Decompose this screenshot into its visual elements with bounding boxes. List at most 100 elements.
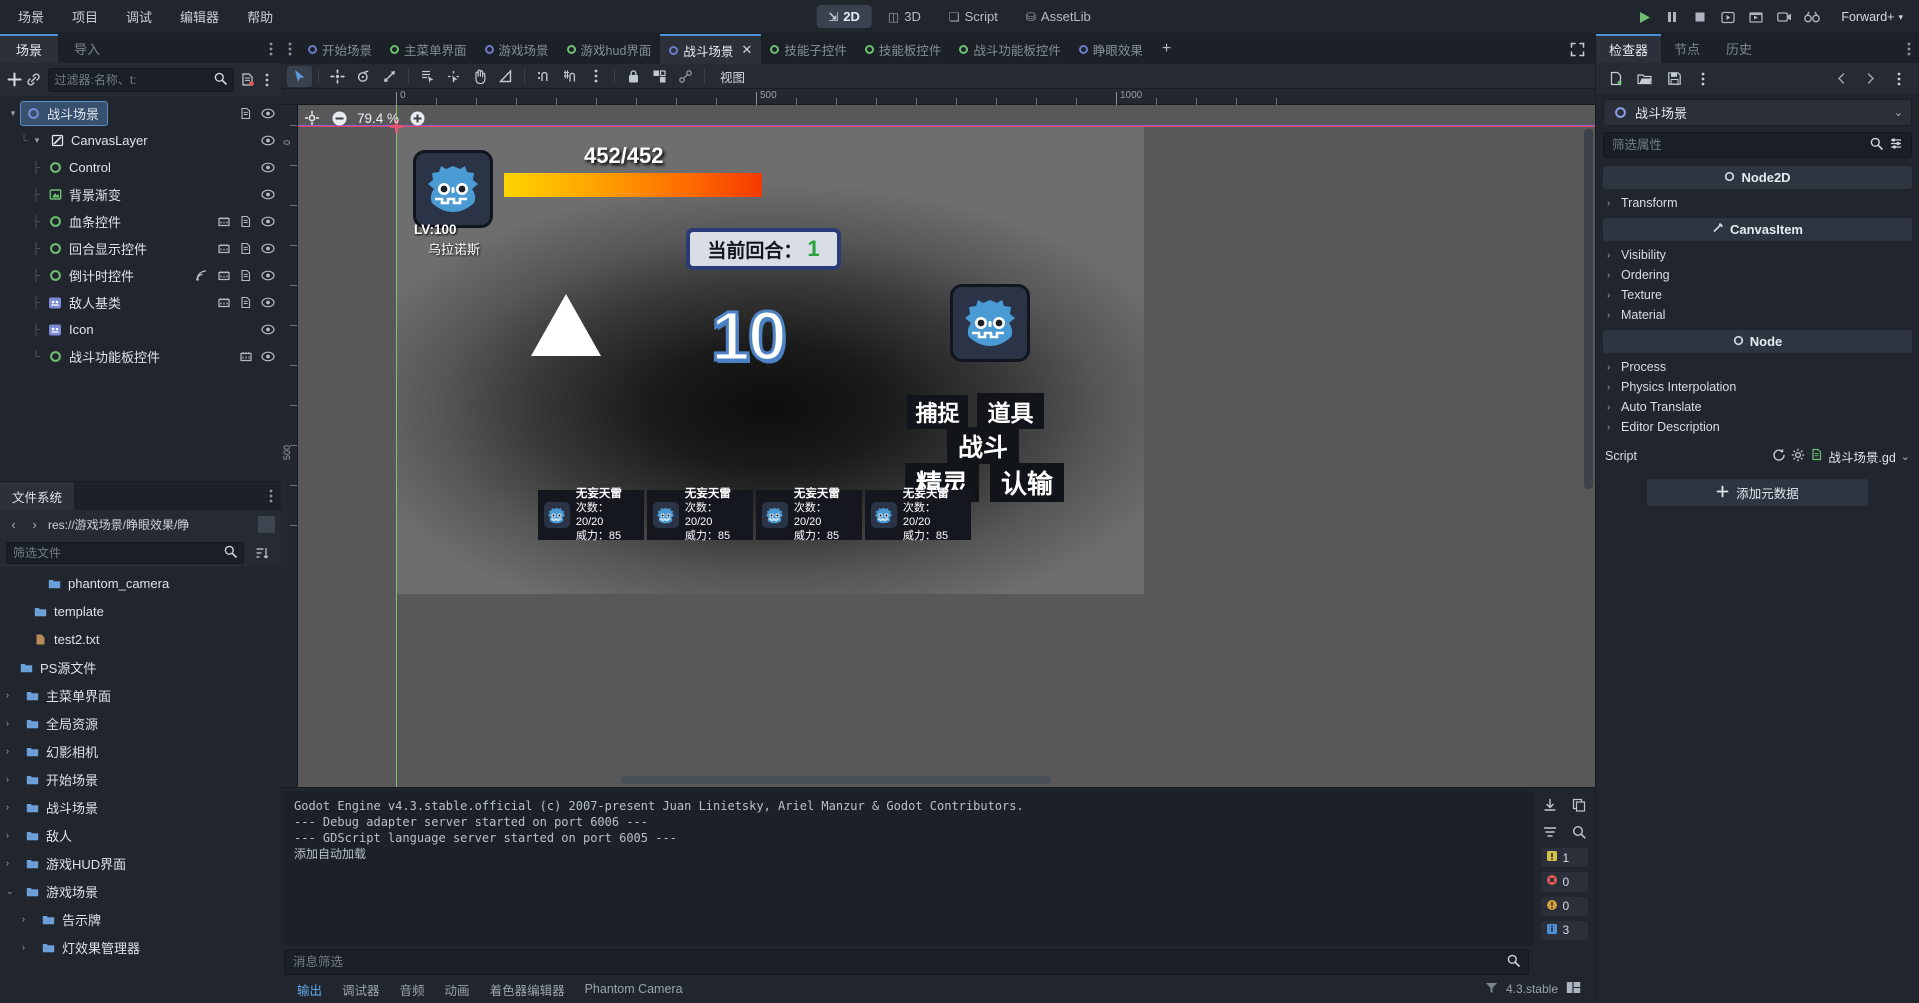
visibility-icon[interactable] xyxy=(260,187,275,202)
zoom-out-icon[interactable] xyxy=(330,109,348,127)
scene-tab-game-scene[interactable]: 游戏场景 xyxy=(476,34,558,64)
action-button-surrender[interactable]: 认输 xyxy=(990,463,1064,502)
chevron-right-icon[interactable]: › xyxy=(27,517,42,532)
snap-icon[interactable] xyxy=(531,66,556,87)
select-tool[interactable] xyxy=(287,65,312,87)
chevron-right-icon[interactable]: › xyxy=(6,774,18,784)
scene-tab-battle-scene[interactable]: 战斗场景 ✕ xyxy=(660,34,762,64)
inspected-object-selector[interactable]: 战斗场景 ⌄ xyxy=(1603,99,1912,126)
bottom-tab-output[interactable]: 输出 xyxy=(287,977,332,1002)
rotate-tool[interactable] xyxy=(351,66,376,87)
menu-project[interactable]: 项目 xyxy=(60,3,110,30)
pause-button[interactable] xyxy=(1659,5,1685,29)
chevron-right-icon[interactable]: › xyxy=(6,802,18,812)
center-selection-icon[interactable] xyxy=(303,109,321,127)
file-item-signboard[interactable]: › 告示牌 xyxy=(0,905,281,933)
menu-help[interactable]: 帮助 xyxy=(235,3,285,30)
visibility-icon[interactable] xyxy=(260,322,275,337)
instance-icon[interactable] xyxy=(216,241,231,256)
binoculars-icon[interactable] xyxy=(1799,5,1825,29)
chevron-right-icon[interactable]: › xyxy=(6,746,18,756)
file-filter-input[interactable] xyxy=(13,546,224,560)
file-item-global-resources[interactable]: › 全局资源 xyxy=(0,709,281,737)
stop-button[interactable] xyxy=(1687,5,1713,29)
property-group-transform[interactable]: › Transform xyxy=(1603,193,1912,213)
gear-icon[interactable] xyxy=(1791,448,1805,465)
bottom-tab-animation[interactable]: 动画 xyxy=(435,977,480,1002)
tab-scene[interactable]: 场景 xyxy=(0,34,59,63)
file-sort-button[interactable] xyxy=(249,541,275,566)
skill-card[interactable]: 无妄天雷 次数：20/20 威力：85 xyxy=(538,488,644,542)
file-item-test2[interactable]: test2.txt xyxy=(0,625,281,653)
group-icon[interactable] xyxy=(647,66,672,87)
instance-icon[interactable] xyxy=(238,349,253,364)
property-group-process[interactable]: › Process xyxy=(1603,357,1912,377)
scene-tab-main-menu[interactable]: 主菜单界面 xyxy=(381,34,476,64)
filesystem-menu-button[interactable] xyxy=(261,482,281,510)
script-icon[interactable] xyxy=(238,106,253,121)
chevron-left-icon[interactable]: ‹ xyxy=(6,517,21,532)
tree-node-battle-scene[interactable]: ▾ 战斗场景 xyxy=(0,100,281,127)
tab-inspector[interactable]: 检查器 xyxy=(1596,34,1662,63)
new-resource-icon[interactable] xyxy=(1603,66,1629,91)
tree-node-background-gradient[interactable]: ├ 背景渐变 xyxy=(0,181,281,208)
action-button-capture[interactable]: 捕捉 xyxy=(907,395,968,429)
attach-script-button[interactable] xyxy=(240,67,256,92)
visibility-icon[interactable] xyxy=(260,268,275,283)
add-metadata-button[interactable]: 添加元数据 xyxy=(1647,479,1868,506)
tree-node-countdown[interactable]: ├ 倒计时控件 xyxy=(0,262,281,289)
mode-2d[interactable]: ⇲ 2D xyxy=(816,5,872,28)
instance-icon[interactable] xyxy=(216,295,231,310)
tree-node-battle-panel[interactable]: └ 战斗功能板控件 xyxy=(0,343,281,370)
file-item-game-hud[interactable]: › 游戏HUD界面 xyxy=(0,849,281,877)
action-button-items[interactable]: 道具 xyxy=(977,393,1044,429)
skill-card[interactable]: 无妄天雷 次数：20/20 威力：85 xyxy=(865,488,971,542)
zoom-in-icon[interactable] xyxy=(408,109,426,127)
expand-icon[interactable] xyxy=(1560,34,1595,64)
copy-icon[interactable] xyxy=(1566,794,1591,816)
instance-icon[interactable] xyxy=(216,214,231,229)
viewport-vertical-scrollbar[interactable] xyxy=(1584,129,1593,489)
bone-icon[interactable] xyxy=(673,66,698,87)
chevron-right-icon[interactable]: › xyxy=(22,942,34,952)
grid-snap-icon[interactable] xyxy=(557,66,582,87)
movie-writer-button[interactable] xyxy=(1771,5,1797,29)
triangle-ruler-icon[interactable] xyxy=(493,66,518,87)
log-counter-alerts[interactable]: 0 xyxy=(1540,896,1588,916)
tab-filesystem[interactable]: 文件系统 xyxy=(0,482,75,510)
log-counter-warnings[interactable]: 1 xyxy=(1540,848,1588,868)
property-group-ordering[interactable]: › Ordering xyxy=(1603,265,1912,285)
hand-icon[interactable] xyxy=(467,66,492,87)
visibility-icon[interactable] xyxy=(260,349,275,364)
log-counter-errors[interactable]: 0 xyxy=(1540,872,1588,892)
file-item-phantom-camera-folder[interactable]: › 幻影相机 xyxy=(0,737,281,765)
property-group-editor-description[interactable]: › Editor Description xyxy=(1603,417,1912,437)
chevron-right-icon[interactable]: › xyxy=(6,858,18,868)
bottom-tab-audio[interactable]: 音频 xyxy=(390,977,435,1002)
property-group-material[interactable]: › Material xyxy=(1603,305,1912,325)
chevron-right-icon[interactable]: › xyxy=(22,914,34,924)
skill-card[interactable]: 无妄天雷 次数：20/20 威力：85 xyxy=(647,488,753,542)
script-file-name[interactable]: 战斗场景.gd xyxy=(1828,447,1895,466)
filter-list-icon[interactable] xyxy=(1537,821,1562,843)
property-group-auto-translate[interactable]: › Auto Translate xyxy=(1603,397,1912,417)
script-icon[interactable] xyxy=(238,241,253,256)
file-filter-box[interactable] xyxy=(6,542,244,564)
mode-assetlib[interactable]: ⛁ AssetLib xyxy=(1014,5,1103,28)
visibility-icon[interactable] xyxy=(260,106,275,121)
canvas-viewport[interactable]: 0 500 1000 0 500 79.4 % LV:100 乌拉诺斯 452/… xyxy=(281,89,1595,787)
file-item-light-manager[interactable]: › 灯效果管理器 xyxy=(0,933,281,961)
bottom-tab-shader-editor[interactable]: 着色器编辑器 xyxy=(480,977,575,1002)
scene-tab-eye-effect[interactable]: 睁眼效果 xyxy=(1070,34,1152,64)
move-tool[interactable] xyxy=(325,66,350,87)
instance-icon[interactable] xyxy=(216,268,231,283)
file-item-game-scene[interactable]: ⌄ 游戏场景 xyxy=(0,877,281,905)
inspector-menu-button[interactable] xyxy=(1886,66,1912,91)
scene-filter-box[interactable] xyxy=(47,67,234,92)
tree-node-hpbar[interactable]: ├ 血条控件 xyxy=(0,208,281,235)
resource-menu-button[interactable] xyxy=(1690,66,1716,91)
sliders-icon[interactable] xyxy=(1889,137,1903,153)
script-icon[interactable] xyxy=(238,214,253,229)
menu-scene[interactable]: 场景 xyxy=(6,3,56,30)
bottom-tab-debugger[interactable]: 调试器 xyxy=(332,977,390,1002)
